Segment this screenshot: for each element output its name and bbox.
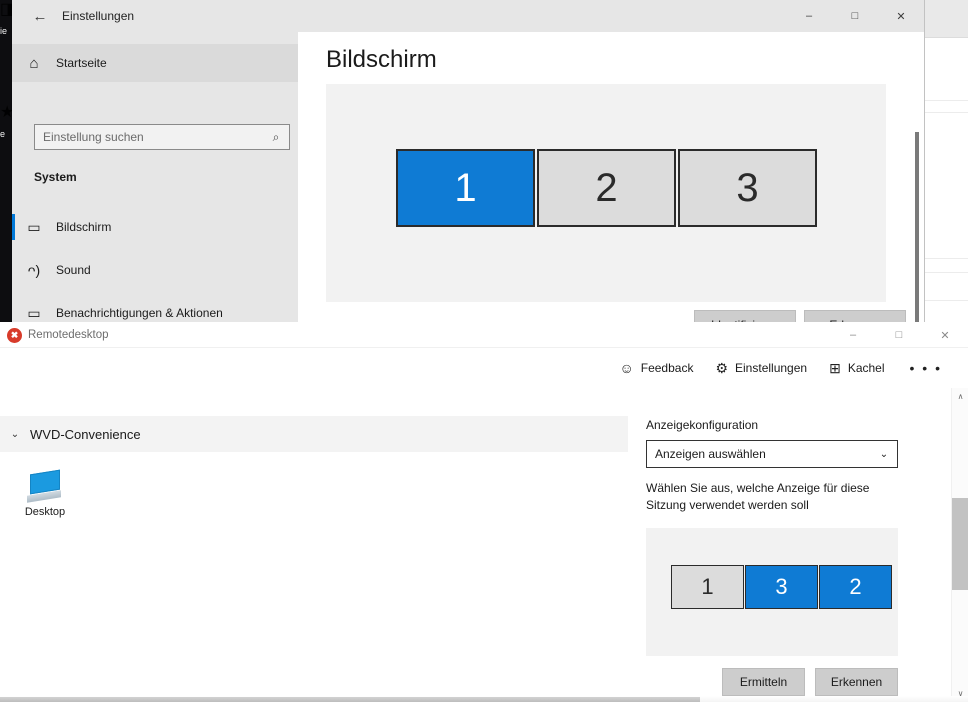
sidebar-item-sound[interactable]: ᴖ) Sound [12,253,298,287]
erkennen-button[interactable]: Erkennen [804,310,906,322]
flyout-monitor-tile-3-number: 3 [775,574,788,599]
remote-desktop-app-icon: ✖ [7,328,22,343]
search-input-placeholder: Einstellung suchen [43,130,144,144]
remote-desktop-app-icon-glyph: ✖ [10,330,19,340]
settings-button-row: Identifizieren Erkennen [298,304,924,322]
remote-desktop-window: ✖ Remotedesktop – □ ✕ ☺ Feedback ⚙ Einst… [0,322,968,702]
sidebar-item-bildschirm[interactable]: ▭ Bildschirm [12,210,298,244]
background-window-divider [925,100,968,101]
notification-icon: ▭ [27,304,41,321]
background-window[interactable] [924,0,968,322]
maximize-icon[interactable]: □ [876,322,922,348]
monitor-tile-3[interactable]: 3 [678,149,817,227]
feedback-button-label: Feedback [640,361,694,375]
remote-desktop-window-title: Remotedesktop [28,329,109,341]
monitor-tile-1[interactable]: 1 [396,149,535,227]
remote-desktop-toolbar: ☺ Feedback ⚙ Einstellungen ⊞ Kachel • • … [0,348,968,388]
workspace-group-label: WVD-Convenience [30,426,141,442]
flyout-scrollbar-thumb[interactable] [952,498,968,590]
remote-desktop-body: ⌄ WVD-Convenience Desktop Anzeigekonfigu… [0,388,968,702]
overflow-menu-icon[interactable]: • • • [896,355,956,381]
flyout-button-row: Ermitteln Erkennen [646,668,898,696]
einstellungen-button[interactable]: ⚙ Einstellungen [704,356,818,380]
speaker-icon: ᴖ) [27,262,41,278]
search-icon[interactable]: ⌕ [263,130,289,145]
minimize-icon[interactable]: – [830,322,876,348]
smiley-icon: ☺ [619,360,634,376]
sidebar-item-startseite-label: Startseite [56,56,107,70]
background-window-divider [925,300,968,301]
monitor-icon: ▭ [27,218,41,235]
background-window-divider [925,272,968,273]
erkennen-button[interactable]: Erkennen [815,668,898,696]
einstellungen-button-label: Einstellungen [735,361,808,375]
settings-sidebar: ⌂ Startseite Einstellung suchen ⌕ System… [12,32,298,322]
chevron-down-icon[interactable]: ⌄ [0,429,30,440]
monitor-tile-3-number: 3 [736,165,759,210]
resource-tile-desktop[interactable]: Desktop [16,469,74,518]
remote-desktop-window-controls: – □ ✕ [830,322,968,348]
display-select-dropdown[interactable]: Anzeigen auswählen ⌄ [646,440,898,468]
background-window-titlebar [925,0,968,38]
chevron-down-icon[interactable]: ⌄ [871,449,897,460]
flyout-monitor-tile-2[interactable]: 2 [819,565,892,609]
taskbar-peek [0,697,700,702]
remote-desktop-titlebar[interactable]: ✖ Remotedesktop – □ ✕ [0,322,968,348]
anzeigekonfiguration-heading: Anzeigekonfiguration [646,418,759,432]
settings-titlebar[interactable]: ← Einstellungen – □ ✕ [12,0,924,32]
maximize-icon[interactable]: □ [832,0,878,32]
sidebar-group-label: System [34,170,77,184]
flyout-monitor-tile-1-number: 1 [701,574,714,599]
flyout-monitor-tile-3[interactable]: 3 [745,565,818,609]
display-configuration-panel: Anzeigekonfiguration Anzeigen auswählen … [628,388,968,702]
kachel-button[interactable]: ⊞ Kachel [818,356,895,380]
sidebar-item-startseite[interactable]: ⌂ Startseite [12,44,298,82]
minimize-icon[interactable]: – [786,0,832,32]
kachel-button-label: Kachel [847,361,885,375]
back-arrow-icon[interactable]: ← [18,0,62,32]
ermitteln-button[interactable]: Ermitteln [722,668,805,696]
close-icon[interactable]: ✕ [922,322,968,348]
background-window-divider [925,258,968,259]
workspace-group-header[interactable]: ⌄ WVD-Convenience [0,416,628,452]
page-title: Bildschirm [326,46,437,73]
background-window-divider [925,112,968,113]
feedback-button[interactable]: ☺ Feedback [608,356,704,380]
display-select-help-text: Wählen Sie aus, welche Anzeige für diese… [646,481,870,512]
close-icon[interactable]: ✕ [878,0,924,32]
flyout-monitor-tile-2-number: 2 [849,574,862,599]
identifizieren-button[interactable]: Identifizieren [694,310,796,322]
settings-content-scrollbar[interactable] [914,132,920,322]
monitor-arrangement-canvas[interactable]: 1 2 3 [326,84,886,302]
monitor-tile-1-number: 1 [454,165,477,210]
home-icon: ⌂ [29,54,39,72]
search-input[interactable]: Einstellung suchen ⌕ [34,124,290,150]
settings-window: ← Einstellungen – □ ✕ ⌂ Startseite Einst… [12,0,924,322]
monitor-icon [27,469,63,503]
sidebar-item-bildschirm-label: Bildschirm [56,220,112,234]
sidebar-item-sound-label: Sound [56,263,91,277]
flyout-monitor-canvas[interactable]: 1 3 2 [646,528,898,656]
monitor-tile-2-number: 2 [595,165,618,210]
monitor-tile-2[interactable]: 2 [537,149,676,227]
flyout-scrollbar[interactable]: ∧ ∨ [951,388,968,702]
settings-window-controls: – □ ✕ [786,0,924,32]
display-select-value: Anzeigen auswählen [655,447,766,461]
sidebar-item-benachrichtigungen-label: Benachrichtigungen & Aktionen [56,306,223,320]
scroll-up-icon[interactable]: ∧ [952,388,968,405]
settings-window-title: Einstellungen [62,9,135,23]
grid-icon: ⊞ [829,360,841,376]
settings-scrollbar-thumb[interactable] [915,132,919,322]
flyout-monitor-tile-1[interactable]: 1 [671,565,744,609]
settings-content-pane: Bildschirm 1 2 3 Identifizieren Erkennen [298,32,924,322]
screen-root: ◨ ie ★ e ← Einstellungen – □ ✕ ⌂ Startse… [0,0,968,702]
gear-icon: ⚙ [715,360,729,376]
resource-tile-desktop-label: Desktop [24,506,66,518]
